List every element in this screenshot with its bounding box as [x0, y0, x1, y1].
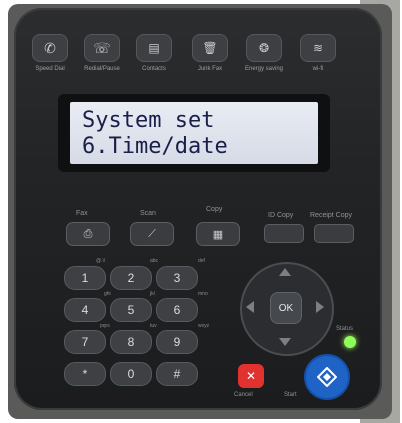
key-9-sublabel: wxyz — [198, 323, 210, 329]
up-arrow-button[interactable] — [279, 268, 291, 276]
contacts-button[interactable]: ▤ Contacts — [132, 34, 176, 90]
key-1-sublabel: @.\/ — [96, 258, 106, 264]
receipt-copy-button[interactable] — [314, 224, 354, 243]
speed-dial-button[interactable]: ✆ Speed Dial — [28, 34, 72, 90]
key-5[interactable]: 5 — [110, 298, 152, 322]
down-arrow-button[interactable] — [279, 338, 291, 346]
fax-button[interactable]: ⎙ — [66, 222, 110, 246]
start-label: Start — [284, 392, 297, 398]
contacts-book-icon: ▤ — [148, 41, 160, 55]
wifi-button[interactable]: ≋ wi-fi — [296, 34, 340, 90]
key-4-sublabel: ghi — [104, 291, 111, 297]
right-arrow-button[interactable] — [316, 301, 324, 313]
start-button[interactable] — [304, 354, 350, 400]
key-1[interactable]: 1 — [64, 266, 106, 290]
start-diamond-icon — [317, 367, 337, 387]
key-6[interactable]: 6 — [156, 298, 198, 322]
wifi-icon: ≋ — [312, 41, 324, 55]
key-5-sublabel: jkl — [150, 291, 155, 297]
trash-icon: 🗑 — [202, 41, 218, 55]
phone-redial-icon: ☏ — [93, 39, 111, 56]
fax-icon: ⎙ — [83, 227, 93, 240]
eco-icon: ❂ — [258, 41, 270, 55]
key-star[interactable]: * — [64, 362, 106, 386]
key-8[interactable]: 8 — [110, 330, 152, 354]
function-button-row: ✆ Speed Dial ☏ Redial/Pause ▤ Contacts 🗑… — [28, 34, 368, 90]
receipt-copy-label: Receipt Copy — [310, 212, 353, 219]
id-copy-label: ID Copy — [268, 212, 294, 219]
phone-icon: ✆ — [44, 39, 56, 56]
lcd-line-2: 6.Time/date — [82, 134, 228, 159]
key-4[interactable]: 4 — [64, 298, 106, 322]
key-2-sublabel: abc — [150, 258, 159, 264]
lcd-screen: System set 6.Time/date — [70, 102, 318, 164]
key-6-sublabel: mno — [198, 291, 208, 297]
left-arrow-button[interactable] — [246, 301, 254, 313]
key-2[interactable]: 2 — [110, 266, 152, 290]
scan-label: Scan — [140, 210, 156, 217]
ok-button[interactable]: OK — [270, 292, 302, 324]
cancel-label: Cancel — [234, 392, 253, 398]
key-9[interactable]: 9 — [156, 330, 198, 354]
id-copy-button[interactable] — [264, 224, 304, 243]
copy-label: Copy — [206, 206, 223, 213]
close-icon: ✕ — [245, 369, 257, 383]
junk-fax-button[interactable]: 🗑 Junk Fax — [188, 34, 232, 90]
status-led — [344, 336, 356, 348]
scan-icon: ⟋ — [148, 227, 156, 240]
key-7[interactable]: 7 — [64, 330, 106, 354]
key-hash[interactable]: # — [156, 362, 198, 386]
key-8-sublabel: tuv — [150, 323, 157, 329]
key-7-sublabel: pqrs — [100, 323, 110, 329]
key-0[interactable]: 0 — [110, 362, 152, 386]
key-3[interactable]: 3 — [156, 266, 198, 290]
copy-button[interactable]: ▦ — [196, 222, 240, 246]
scan-button[interactable]: ⟋ — [130, 222, 174, 246]
fax-label: Fax — [76, 210, 88, 217]
copy-icon: ▦ — [212, 228, 224, 241]
energy-saving-button[interactable]: ❂ Energy saving — [242, 34, 286, 90]
status-label: Status — [336, 326, 354, 332]
cancel-button[interactable]: ✕ — [238, 364, 264, 388]
lcd-line-1: System set — [82, 108, 215, 133]
key-3-sublabel: def — [198, 258, 205, 264]
redial-pause-button[interactable]: ☏ Redial/Pause — [80, 34, 124, 90]
